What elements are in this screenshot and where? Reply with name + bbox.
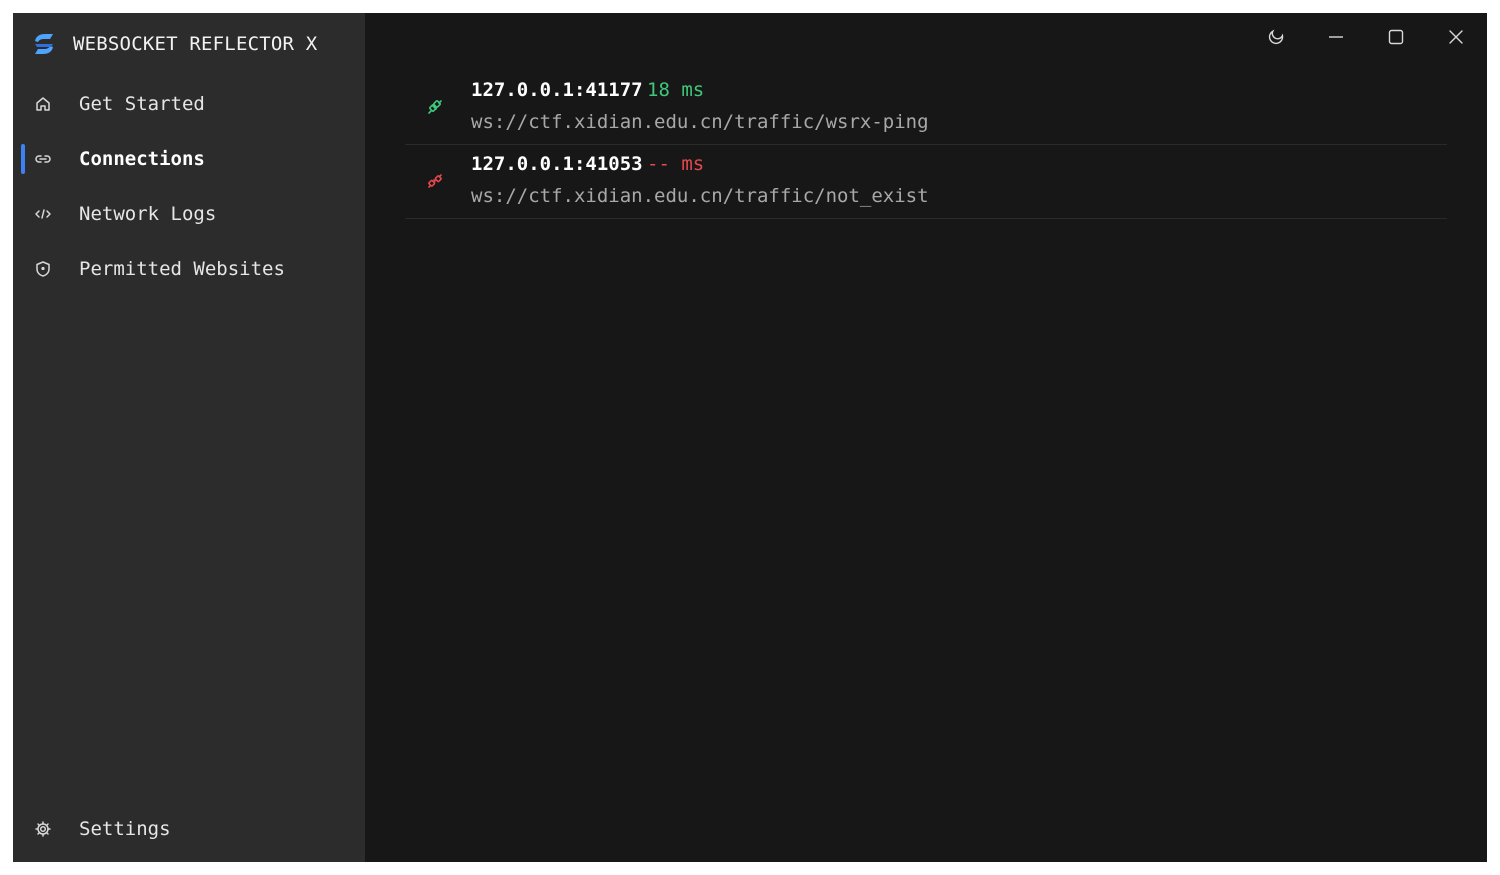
connections-list: 127.0.0.1:41177 18 ms ws://ctf.xidian.ed… (405, 71, 1447, 219)
sidebar-item-connections[interactable]: Connections (21, 136, 357, 182)
sidebar-item-label: Get Started (79, 93, 205, 115)
sidebar-item-permitted-websites[interactable]: Permitted Websites (21, 246, 357, 292)
shield-icon (33, 259, 53, 279)
close-icon (1449, 30, 1463, 44)
app-title: WEBSOCKET REFLECTOR X (73, 33, 318, 55)
theme-toggle-button[interactable] (1254, 21, 1298, 53)
theme-toggle-icon (1268, 29, 1284, 45)
minimize-button[interactable] (1314, 21, 1358, 53)
brand: WEBSOCKET REFLECTOR X (31, 31, 317, 57)
sidebar-item-network-logs[interactable]: Network Logs (21, 191, 357, 237)
connection-latency: 18 ms (647, 79, 705, 101)
sidebar-item-label: Permitted Websites (79, 258, 285, 280)
home-icon (33, 94, 53, 114)
sidebar-item-settings[interactable]: Settings (21, 806, 357, 852)
app-window: WEBSOCKET REFLECTOR X Get Started Connec… (13, 13, 1487, 862)
gear-icon (33, 819, 53, 839)
sidebar: WEBSOCKET REFLECTOR X Get Started Connec… (13, 13, 365, 862)
connection-url: ws://ctf.xidian.edu.cn/traffic/wsrx-ping (471, 111, 929, 133)
sidebar-item-label: Connections (79, 148, 205, 170)
plug-disconnected-icon (428, 174, 442, 188)
connection-url: ws://ctf.xidian.edu.cn/traffic/not_exist (471, 185, 929, 207)
connection-row[interactable]: 127.0.0.1:41053 -- ms ws://ctf.xidian.ed… (405, 145, 1447, 219)
minimize-icon (1329, 36, 1343, 38)
close-button[interactable] (1434, 21, 1478, 53)
sidebar-item-label: Network Logs (79, 203, 217, 225)
connection-latency: -- ms (647, 153, 705, 175)
maximize-icon (1388, 29, 1404, 45)
connection-row[interactable]: 127.0.0.1:41177 18 ms ws://ctf.xidian.ed… (405, 71, 1447, 145)
maximize-button[interactable] (1374, 21, 1418, 53)
code-icon (33, 204, 53, 224)
connection-address: 127.0.0.1:41177 (471, 79, 643, 101)
sidebar-item-get-started[interactable]: Get Started (21, 81, 357, 127)
link-icon (33, 149, 53, 169)
active-indicator (21, 144, 25, 174)
plug-connected-icon (428, 100, 442, 114)
connection-address: 127.0.0.1:41053 (471, 153, 643, 175)
websocket-reflector-logo-icon (35, 34, 53, 54)
sidebar-item-label: Settings (79, 818, 171, 840)
